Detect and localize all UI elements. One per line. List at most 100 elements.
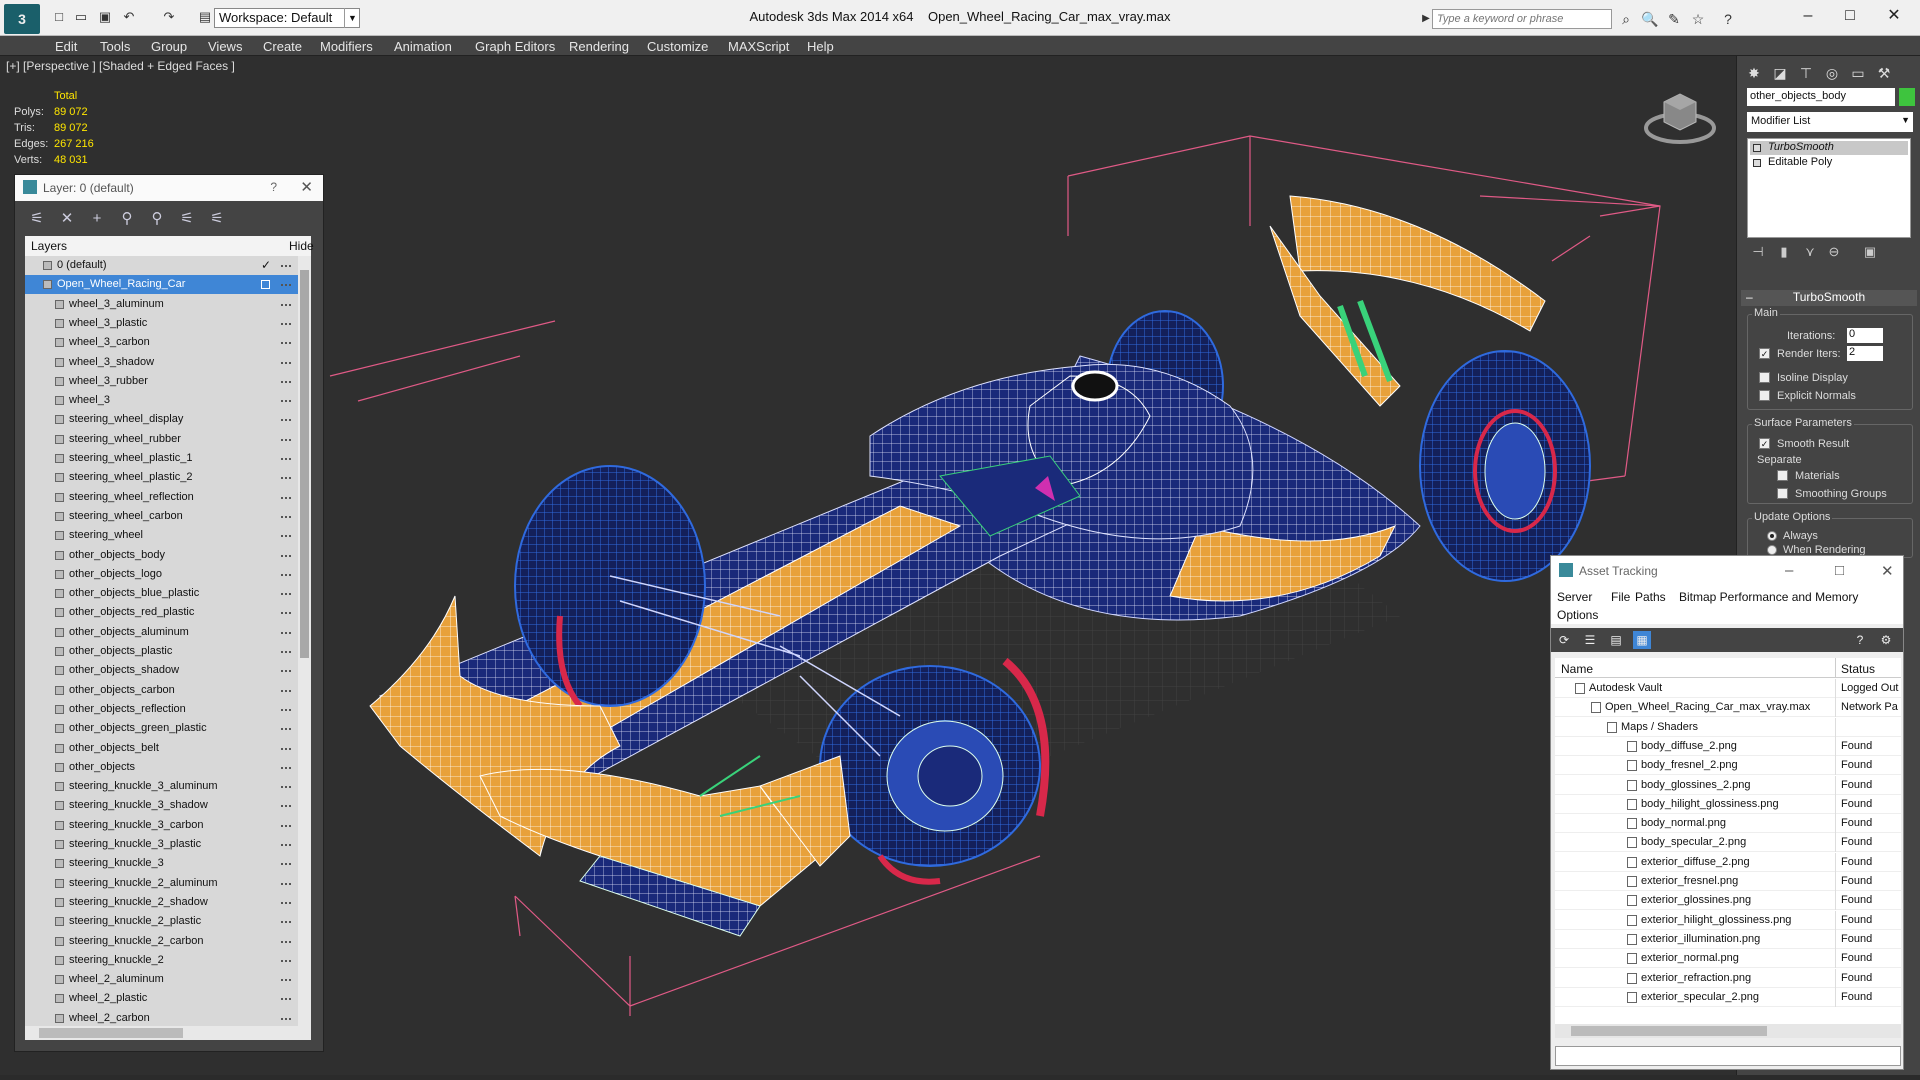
layer-row[interactable]: steering_wheel_carbon: [25, 507, 298, 526]
menu-graph-editors[interactable]: Graph Editors: [475, 39, 555, 54]
hide-toggle[interactable]: [281, 631, 291, 634]
hide-toggle[interactable]: [281, 901, 291, 904]
make-unique-icon[interactable]: ⋎: [1801, 244, 1819, 262]
layer-row[interactable]: steering_knuckle_3: [25, 854, 298, 873]
hide-toggle[interactable]: [281, 689, 291, 692]
create-tab-icon[interactable]: ✸: [1743, 62, 1765, 84]
utilities-tab-icon[interactable]: ⚒: [1873, 62, 1895, 84]
stack-item-turbosmooth[interactable]: TurboSmooth: [1750, 141, 1908, 155]
object-color-swatch[interactable]: [1899, 88, 1915, 106]
layer-row[interactable]: steering_knuckle_3_shadow: [25, 796, 298, 815]
asset-row[interactable]: body_glossines_2.png Found: [1555, 775, 1901, 795]
menu-modifiers[interactable]: Modifiers: [320, 39, 373, 54]
save-file-icon[interactable]: ▣: [96, 9, 114, 25]
hide-toggle[interactable]: [281, 419, 291, 422]
app-logo-icon[interactable]: 3: [4, 4, 40, 34]
menu-rendering[interactable]: Rendering: [569, 39, 629, 54]
hide-toggle[interactable]: [281, 651, 291, 653]
settings-icon[interactable]: ⚙: [1877, 631, 1895, 649]
delete-layer-icon[interactable]: ✕: [57, 209, 77, 229]
hide-toggle[interactable]: [281, 786, 291, 789]
pin-stack-icon[interactable]: ⊣: [1749, 244, 1767, 262]
asset-row[interactable]: body_hilight_glossiness.png Found: [1555, 794, 1901, 814]
hide-toggle[interactable]: [281, 303, 291, 306]
layer-row[interactable]: steering_wheel_reflection: [25, 488, 298, 507]
layer-row[interactable]: wheel_3_aluminum: [25, 295, 298, 314]
layer-row[interactable]: steering_knuckle_2: [25, 951, 298, 970]
always-radio[interactable]: [1767, 531, 1777, 541]
viewcube-icon[interactable]: [1640, 82, 1720, 152]
scrollbar-thumb[interactable]: [39, 1028, 183, 1038]
layer-row[interactable]: wheel_2_plastic: [25, 989, 298, 1008]
asset-horizontal-scrollbar[interactable]: [1555, 1024, 1901, 1038]
motion-tab-icon[interactable]: ◎: [1821, 62, 1843, 84]
menu-animation[interactable]: Animation: [394, 39, 452, 54]
menu-tools[interactable]: Tools: [100, 39, 130, 54]
render-iters-spinner[interactable]: 2: [1847, 346, 1883, 361]
asset-row[interactable]: exterior_fresnel.png Found: [1555, 872, 1901, 891]
detail-view-icon[interactable]: ▤: [1607, 631, 1625, 649]
add-layer-icon[interactable]: +: [87, 209, 107, 229]
hide-toggle[interactable]: [281, 882, 291, 885]
layer-vertical-scrollbar[interactable]: [298, 256, 311, 1026]
hide-toggle[interactable]: [281, 670, 291, 673]
smooth-result-checkbox[interactable]: ✓: [1759, 438, 1770, 449]
hide-toggle[interactable]: [281, 766, 291, 769]
menu-paths[interactable]: Paths: [1635, 590, 1666, 604]
menu-server[interactable]: Server: [1557, 590, 1592, 604]
asset-row[interactable]: exterior_hilight_glossiness.png Found: [1555, 910, 1901, 930]
layer-row[interactable]: wheel_3_plastic: [25, 314, 298, 333]
layer-row[interactable]: other_objects_blue_plastic: [25, 584, 298, 603]
new-file-icon[interactable]: □: [50, 9, 68, 25]
hide-toggle[interactable]: [281, 959, 291, 962]
help-icon[interactable]: ?: [1718, 9, 1738, 29]
layer-panel-titlebar[interactable]: Layer: 0 (default) ? ✕: [15, 175, 323, 201]
turbosmooth-rollout-header[interactable]: – TurboSmooth: [1741, 290, 1917, 306]
close-button[interactable]: ✕: [1881, 562, 1894, 580]
minimize-button[interactable]: –: [1785, 562, 1793, 579]
asset-row[interactable]: exterior_refraction.png Found: [1555, 968, 1901, 988]
asset-row[interactable]: Open_Wheel_Racing_Car_max_vray.max Networ…: [1555, 698, 1901, 718]
hide-toggle[interactable]: [281, 940, 291, 943]
menu-customize[interactable]: Customize: [647, 39, 708, 54]
menu-edit[interactable]: Edit: [55, 39, 77, 54]
layer-row[interactable]: wheel_3_shadow: [25, 353, 298, 372]
layer-row[interactable]: other_objects_logo: [25, 565, 298, 584]
hide-toggle[interactable]: [281, 265, 291, 267]
layer-row[interactable]: other_objects_shadow: [25, 661, 298, 680]
layer-row[interactable]: steering_knuckle_3_plastic: [25, 835, 298, 854]
asset-row[interactable]: exterior_diffuse_2.png Found: [1555, 852, 1901, 872]
show-end-result-icon[interactable]: ▮: [1775, 244, 1793, 262]
viewport-label[interactable]: [+] [Perspective ] [Shaded + Edged Faces…: [6, 59, 235, 73]
iterations-spinner[interactable]: 0: [1847, 328, 1883, 343]
binoculars-icon[interactable]: ⌕: [1616, 9, 1636, 29]
layer-row[interactable]: other_objects_red_plastic: [25, 603, 298, 622]
layer-row[interactable]: steering_wheel_display: [25, 410, 298, 429]
maximize-button[interactable]: □: [1830, 4, 1870, 28]
hide-toggle[interactable]: [281, 554, 291, 557]
layer-row[interactable]: steering_knuckle_2_carbon: [25, 932, 298, 951]
hide-toggle[interactable]: [281, 400, 291, 403]
hide-all-icon[interactable]: ⚟: [177, 209, 197, 229]
configure-sets-icon[interactable]: ▣: [1861, 244, 1879, 262]
layer-row[interactable]: other_objects_carbon: [25, 681, 298, 700]
layer-row[interactable]: 0 (default) ✓: [25, 256, 298, 275]
scrollbar-thumb[interactable]: [300, 270, 309, 658]
layer-row[interactable]: other_objects_reflection: [25, 700, 298, 719]
menu-file[interactable]: File: [1611, 590, 1630, 604]
menu-create[interactable]: Create: [263, 39, 302, 54]
redo-icon[interactable]: ↷: [160, 9, 178, 25]
search-input[interactable]: [1432, 9, 1612, 29]
search-icon[interactable]: 🔍: [1640, 9, 1660, 29]
asset-row[interactable]: exterior_illumination.png Found: [1555, 929, 1901, 949]
hide-toggle[interactable]: [281, 1017, 291, 1020]
explicit-normals-checkbox[interactable]: [1759, 390, 1770, 401]
column-status[interactable]: Status: [1841, 662, 1875, 676]
hide-toggle[interactable]: [281, 612, 291, 615]
menu-bitmap-performance[interactable]: Bitmap Performance and Memory: [1679, 590, 1858, 604]
layer-row[interactable]: wheel_2_aluminum: [25, 970, 298, 989]
render-iters-checkbox[interactable]: ✓: [1759, 348, 1770, 359]
chevron-down-icon[interactable]: ▼: [344, 8, 360, 28]
layer-horizontal-scrollbar[interactable]: [25, 1026, 311, 1040]
hide-toggle[interactable]: [281, 708, 291, 711]
